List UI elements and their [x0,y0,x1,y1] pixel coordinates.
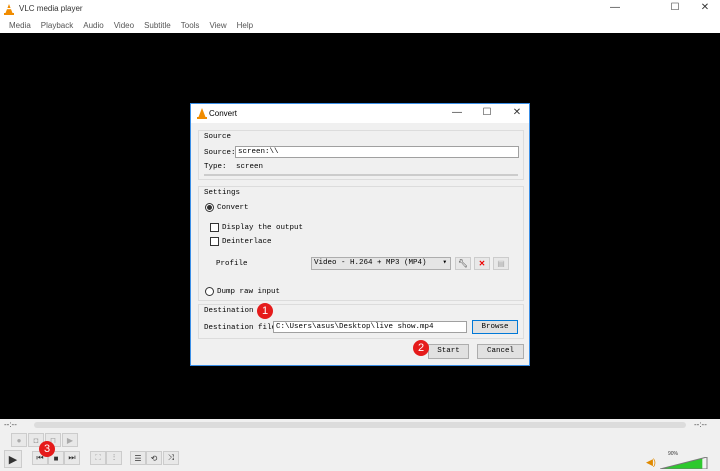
profile-select[interactable]: Video - H.264 + MP3 (MP4) ▾ [311,257,451,270]
source-group: Source Source: screen:\\ Type: screen [198,130,524,180]
browse-button[interactable]: Browse [472,320,518,334]
dialog-title: Convert [209,109,238,118]
stop-icon: ■ [53,453,59,463]
shuffle-icon: ⤨ [167,453,175,462]
close-button[interactable]: ✕ [690,2,720,13]
deinterlace-checkbox[interactable] [210,237,219,246]
source-input[interactable]: screen:\\ [235,146,519,158]
remaining-time: --:-- [694,420,707,429]
title-bar: VLC media player — ☐ ✕ [0,0,720,18]
dump-raw-radio[interactable] [205,287,214,296]
equalizer-icon: ⫶ [113,453,115,462]
display-output-checkbox[interactable] [210,223,219,232]
destination-file-input[interactable]: C:\Users\asus\Desktop\live show.mp4 [273,321,467,333]
settings-group: Settings Convert Display the output Dein… [198,186,524,301]
play-icon: ▶ [8,453,18,466]
frame-step-icon: ▶ [66,435,74,445]
next-button[interactable]: ⏭ [64,451,80,465]
shuffle-button[interactable]: ⤨ [163,451,179,465]
divider [204,174,518,176]
dump-raw-label: Dump raw input [217,288,281,296]
menu-video[interactable]: Video [109,18,139,33]
deinterlace-label: Deinterlace [222,238,272,246]
cancel-button[interactable]: Cancel [477,344,524,359]
delete-icon: ✕ [478,259,486,268]
destination-group-label: Destination [204,307,254,315]
playlist-button[interactable]: ☰ [130,451,146,465]
convert-label: Convert [217,204,249,212]
menu-bar: Media Playback Audio Video Subtitle Tool… [0,18,720,33]
dialog-title-bar: Convert — ☐ ✕ [191,104,529,123]
menu-help[interactable]: Help [232,18,258,33]
menu-subtitle[interactable]: Subtitle [139,18,176,33]
seek-bar[interactable] [34,422,686,428]
loop-button[interactable]: ⟲ [146,451,162,465]
frame-step-button[interactable]: ▶ [62,433,78,447]
extended-settings-button[interactable]: ⫶ [106,451,122,465]
menu-playback[interactable]: Playback [36,18,78,33]
delete-profile-button[interactable]: ✕ [474,257,490,270]
volume-slider[interactable] [660,457,708,469]
convert-radio[interactable] [205,203,214,212]
annotation-badge-3: 3 [39,441,55,457]
playlist-icon: ☰ [134,453,142,463]
type-value: screen [236,163,264,171]
start-button[interactable]: Start [428,344,469,359]
minimize-button[interactable]: — [600,2,630,13]
type-label: Type: [204,163,227,171]
window-title: VLC media player [19,4,83,13]
new-profile-icon: ▤ [497,259,505,268]
source-group-label: Source [204,133,232,141]
menu-media[interactable]: Media [4,18,36,33]
elapsed-time: --:-- [4,420,17,429]
wrench-icon: 🔧︎ [457,259,469,268]
fullscreen-icon: ⛶ [95,453,101,462]
speaker-icon[interactable]: ◀) [646,457,656,468]
record-button[interactable]: ● [11,433,27,447]
dialog-maximize-button[interactable]: ☐ [472,107,502,118]
display-output-label: Display the output [222,224,304,232]
dialog-minimize-button[interactable]: — [442,107,472,118]
destination-group: Destination Destination file: C:\Users\a… [198,304,524,339]
profile-label: Profile [216,260,248,268]
annotation-badge-2: 2 [413,340,429,356]
settings-group-label: Settings [204,189,241,197]
maximize-button[interactable]: ☐ [660,2,690,13]
annotation-badge-1: 1 [257,303,273,319]
menu-view[interactable]: View [204,18,231,33]
next-icon: ⏭ [68,453,76,462]
record-icon: ● [16,435,22,445]
camera-icon: ◘ [33,435,39,445]
profile-value: Video - H.264 + MP3 (MP4) [314,259,427,267]
control-panel: --:-- --:-- ● ◘ ⊓ ▶ ▶ ⏮ ■ ⏭ ⛶ ⫶ ☰ ⟲ ⤨ 3 … [0,419,720,471]
fullscreen-button[interactable]: ⛶ [90,451,106,465]
source-label: Source: [204,149,236,157]
dialog-close-button[interactable]: ✕ [502,107,532,118]
menu-audio[interactable]: Audio [78,18,108,33]
play-button[interactable]: ▶ [4,450,22,468]
destination-file-label: Destination file: [204,324,281,332]
loop-icon: ⟲ [150,453,158,463]
menu-tools[interactable]: Tools [176,18,205,33]
vlc-logo-icon [4,4,14,15]
new-profile-button[interactable]: ▤ [493,257,509,270]
chevron-down-icon: ▾ [442,259,447,267]
edit-profile-button[interactable]: 🔧︎ [455,257,471,270]
vlc-logo-icon [197,108,207,119]
convert-dialog: Convert — ☐ ✕ Source Source: screen:\\ T… [190,103,530,366]
